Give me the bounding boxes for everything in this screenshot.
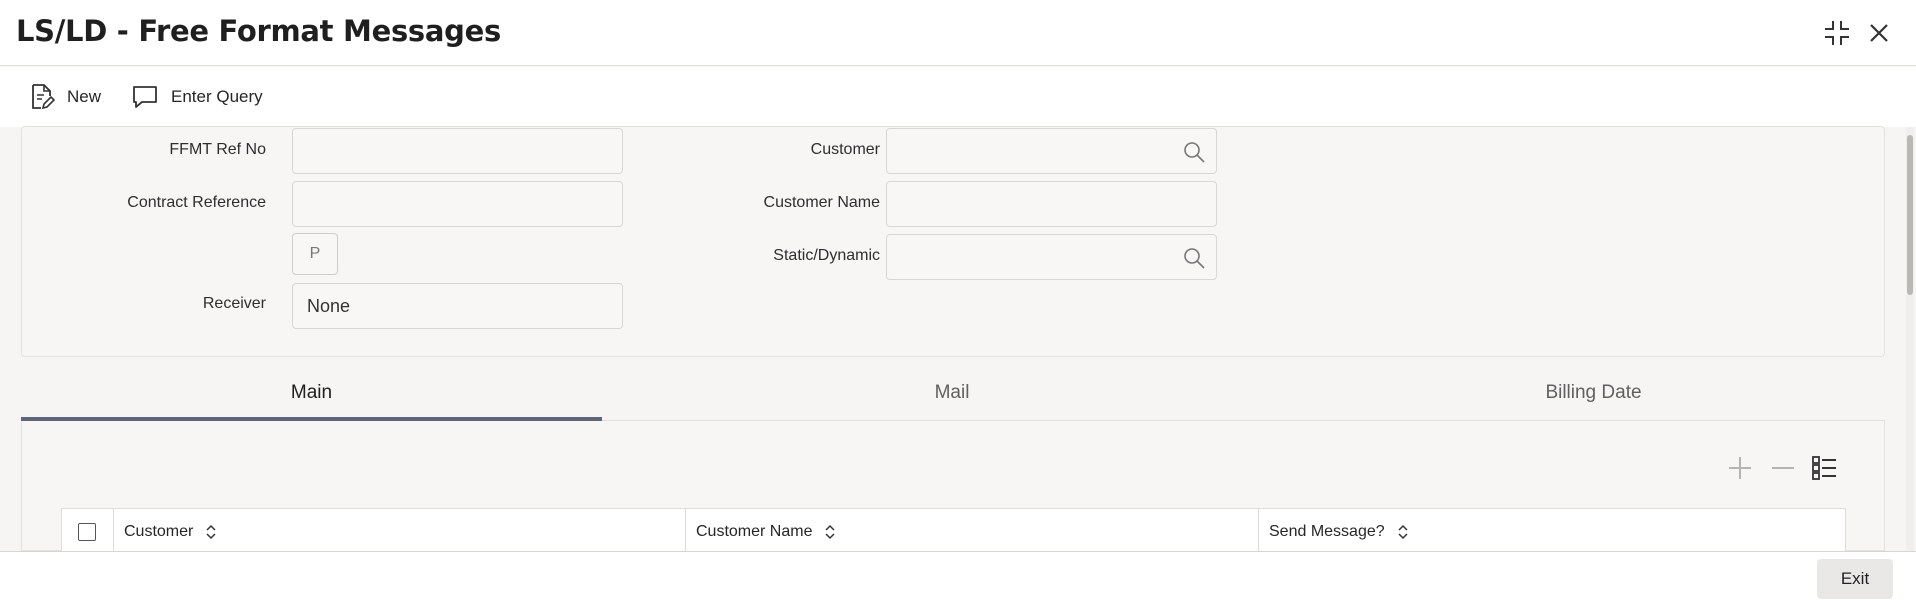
- enter-query-label: Enter Query: [171, 87, 263, 106]
- sort-icon[interactable]: [824, 524, 836, 540]
- toolbar: New Enter Query: [0, 67, 1916, 127]
- tab-mail[interactable]: Mail: [602, 382, 1302, 404]
- select-all-checkbox[interactable]: [78, 523, 96, 541]
- customer-label: Customer: [810, 141, 880, 158]
- search-icon[interactable]: [1182, 246, 1206, 270]
- ffmt-ref-no-label: FFMT Ref No: [169, 141, 266, 158]
- add-row-icon[interactable]: [1726, 454, 1754, 482]
- static-dynamic-input[interactable]: [886, 234, 1217, 280]
- header-form-panel: FFMT Ref No Contract Reference P Receive…: [21, 126, 1885, 357]
- scrollbar-thumb[interactable]: [1907, 135, 1913, 295]
- main-tab-panel: Customer Customer Name Send Message?: [21, 421, 1885, 554]
- tab-main[interactable]: Main: [21, 382, 602, 404]
- column-header-customer-name[interactable]: Customer Name: [685, 509, 1258, 554]
- p-button[interactable]: P: [292, 233, 338, 275]
- receiver-label: Receiver: [202, 295, 266, 312]
- sort-icon[interactable]: [1397, 524, 1409, 540]
- table-header: Customer Customer Name Send Message?: [61, 508, 1847, 554]
- customer-input[interactable]: [886, 128, 1217, 174]
- receiver-select[interactable]: None: [292, 283, 623, 329]
- column-label: Customer: [124, 522, 194, 540]
- customer-name-input[interactable]: [886, 181, 1217, 227]
- delete-row-icon[interactable]: [1769, 454, 1797, 482]
- footer-bar: Exit: [0, 551, 1916, 610]
- static-dynamic-label: Static/Dynamic: [773, 247, 880, 264]
- sort-icon[interactable]: [205, 524, 217, 540]
- search-icon[interactable]: [1182, 140, 1206, 164]
- new-document-icon: [32, 84, 55, 110]
- column-header-customer[interactable]: Customer: [113, 509, 685, 554]
- contract-reference-label: Contract Reference: [127, 194, 266, 211]
- maximize-icon[interactable]: [1822, 18, 1852, 48]
- tab-billing-date[interactable]: Billing Date: [1302, 382, 1885, 404]
- ffmt-ref-no-input[interactable]: [292, 128, 623, 174]
- close-icon[interactable]: [1864, 18, 1894, 48]
- new-label: New: [67, 87, 102, 106]
- contract-reference-input[interactable]: [292, 181, 623, 227]
- title-bar: LS/LD - Free Format Messages: [0, 0, 1916, 66]
- single-view-icon[interactable]: [1810, 454, 1838, 482]
- customer-name-label: Customer Name: [763, 194, 880, 211]
- vertical-scrollbar[interactable]: [1906, 127, 1914, 551]
- new-button[interactable]: New: [29, 81, 101, 113]
- tab-bar: Main Mail Billing Date: [21, 372, 1885, 422]
- enter-query-button[interactable]: Enter Query: [131, 81, 263, 113]
- column-label: Customer Name: [696, 522, 813, 540]
- exit-button[interactable]: Exit: [1817, 559, 1893, 599]
- column-label: Send Message?: [1269, 522, 1385, 540]
- column-header-send-message[interactable]: Send Message?: [1258, 509, 1847, 554]
- chat-query-icon: [133, 86, 157, 108]
- page-title: LS/LD - Free Format Messages: [16, 14, 501, 48]
